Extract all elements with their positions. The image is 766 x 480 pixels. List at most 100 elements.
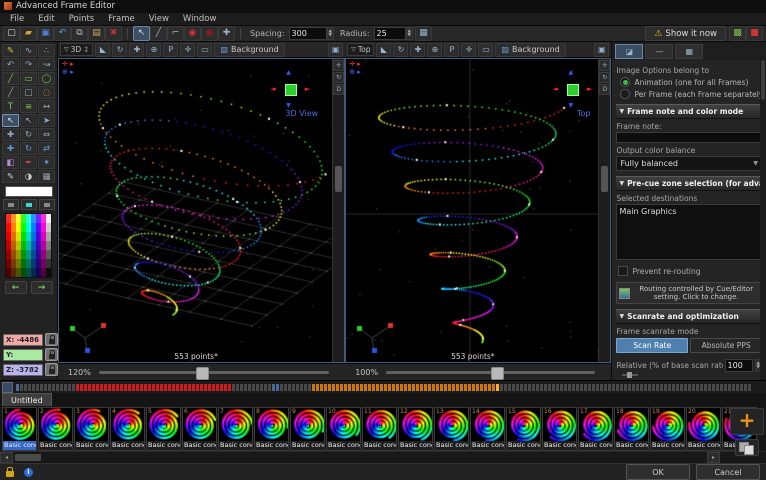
paint-tool[interactable]: ◧ xyxy=(2,156,19,169)
menu-edit[interactable]: Edit xyxy=(32,14,60,24)
crosshair-icon[interactable]: ✛ xyxy=(461,43,476,57)
scan-rate-button[interactable]: Scan Rate xyxy=(616,338,688,353)
open-file-button[interactable]: ▰ xyxy=(20,26,37,41)
zoom-slider-handle[interactable] xyxy=(491,367,504,380)
view-select-dropdown[interactable]: ▽Top xyxy=(347,43,374,56)
pan-icon[interactable]: ✚ xyxy=(129,43,144,57)
canvas-3d-view[interactable]: ✛ ▸⊕ ▸▲◄►▼3D View✛↻D553 points* xyxy=(58,58,345,363)
output-window-button[interactable]: ▩ xyxy=(729,26,746,41)
background-button[interactable]: ▨Background xyxy=(214,43,284,57)
scrollbar-thumb[interactable] xyxy=(15,454,41,461)
frame-thumbnail-20[interactable]: 20Basic cone xyxy=(686,407,721,451)
prevent-rerouting-checkbox[interactable]: Prevent re-routing xyxy=(618,266,762,276)
frame-thumbnail-7[interactable]: 7Basic cone xyxy=(218,407,253,451)
routing-button[interactable]: Routing controlled by Cue/Editor setting… xyxy=(616,282,762,304)
orbit-icon[interactable]: ↻ xyxy=(393,43,408,57)
menu-frame[interactable]: Frame xyxy=(102,14,140,24)
frame-thumbnail-13[interactable]: 13Basic cone xyxy=(434,407,469,451)
line-tool-button[interactable]: ╱ xyxy=(150,26,167,41)
strip-button-2[interactable]: D xyxy=(599,84,610,95)
select-region-icon[interactable]: ▭ xyxy=(197,43,212,57)
frame-thumbnail-6[interactable]: 6Basic cone xyxy=(182,407,217,451)
arc-left-tool[interactable]: ↶ xyxy=(2,58,19,71)
rectangle-tool[interactable]: ▭ xyxy=(20,72,37,85)
frame-thumbnail-3[interactable]: 3Basic cone xyxy=(74,407,109,451)
frame-thumbnail-18[interactable]: 18Basic cone xyxy=(614,407,649,451)
scroll-left-icon[interactable]: ◂ xyxy=(0,452,13,463)
frame-note-input[interactable] xyxy=(616,132,762,143)
frame-thumbnail-17[interactable]: 17Basic cone xyxy=(578,407,613,451)
curve-tool[interactable]: ∿ xyxy=(20,44,37,57)
palette-gray[interactable] xyxy=(46,268,51,277)
scale-points-tool[interactable]: ⇔ xyxy=(38,128,55,141)
select-tool-button[interactable]: ↖ xyxy=(133,26,150,41)
cancel-button[interactable]: Cancel xyxy=(696,464,760,480)
add-frame-button[interactable]: + xyxy=(730,408,764,435)
x-lock-button[interactable] xyxy=(45,333,58,346)
rotate-points-tool[interactable]: ↻ xyxy=(20,128,37,141)
palette-next-button[interactable]: → xyxy=(31,281,53,294)
radius-stepper[interactable]: ▲▼ xyxy=(406,27,413,40)
zoom-slider[interactable] xyxy=(99,371,329,374)
tab-camera[interactable]: ▦ xyxy=(675,44,703,59)
orientation-gizmo[interactable]: ▲◄►▼ xyxy=(552,69,592,109)
viewport-scrollbar-thumb[interactable] xyxy=(335,166,342,192)
fill-mode-icon[interactable]: ◣ xyxy=(95,43,110,57)
menu-points[interactable]: Points xyxy=(63,14,101,24)
mirror-tool[interactable]: ⇄ xyxy=(38,142,55,155)
strip-button-2[interactable]: D xyxy=(333,84,344,95)
section-scanrate[interactable]: ▼ Scanrate and optimization xyxy=(616,309,762,324)
pen-tool[interactable]: ✎ xyxy=(2,170,19,183)
color-single-button[interactable] xyxy=(3,199,19,210)
relative-input[interactable] xyxy=(725,359,753,372)
section-precue[interactable]: ▼ Pre-cue zone selection (for advanced u… xyxy=(616,176,762,191)
background-button[interactable]: ▨Background xyxy=(495,43,565,57)
line-tool[interactable]: ╱ xyxy=(2,72,19,85)
ok-button[interactable]: OK xyxy=(626,464,690,480)
copy-frames-button[interactable] xyxy=(735,439,759,456)
erase-point-button[interactable]: ● xyxy=(201,26,218,41)
freehand-tool[interactable]: ✎ xyxy=(2,44,19,57)
paste-button[interactable]: ▤ xyxy=(88,26,105,41)
dock-pane-button[interactable]: ▣ xyxy=(328,43,343,57)
tab-image-options[interactable]: ◪ xyxy=(615,44,643,59)
color-multi-button[interactable] xyxy=(39,199,55,210)
frame-thumbnail-16[interactable]: 16Basic cone xyxy=(542,407,577,451)
frame-thumbnail-12[interactable]: 12Basic cone xyxy=(398,407,433,451)
palette-gray[interactable] xyxy=(46,223,51,232)
frame-thumbnail-15[interactable]: 15Basic cone xyxy=(506,407,541,451)
point-spacing-tool[interactable]: ↔ xyxy=(38,100,55,113)
move-frame-tool[interactable]: ✚ xyxy=(2,142,19,155)
contrast-tool[interactable]: ◑ xyxy=(20,170,37,183)
undo-button[interactable]: ↶ xyxy=(54,26,71,41)
select-wand-tool[interactable]: ➤ xyxy=(38,114,55,127)
snap-grid-button[interactable]: ▦ xyxy=(415,26,432,41)
select-points-tool[interactable]: ↖ xyxy=(2,114,19,127)
polyline-tool-button[interactable]: ⌐ xyxy=(167,26,184,41)
spacing-input[interactable] xyxy=(289,27,327,40)
tab-minus[interactable]: — xyxy=(645,44,673,59)
section-frame-note[interactable]: ▼ Frame note and color mode xyxy=(616,104,762,119)
cut-button[interactable]: ✖ xyxy=(105,26,122,41)
radio-per-frame[interactable]: Per Frame (each Frame separately) xyxy=(620,89,762,99)
frame-thumbnail-9[interactable]: 9Basic cone xyxy=(290,407,325,451)
frame-thumbnail-4[interactable]: 4Basic cone xyxy=(110,407,145,451)
frame-thumbnail-14[interactable]: 14Basic cone xyxy=(470,407,505,451)
point-color-timeline[interactable] xyxy=(0,380,766,393)
ellipse-tool[interactable]: ◯ xyxy=(38,72,55,85)
zoom-tool-icon[interactable]: ⊕ xyxy=(427,43,442,57)
wave-tool[interactable]: ↝ xyxy=(38,58,55,71)
dock-pane-button[interactable]: ▣ xyxy=(594,43,609,57)
zoom-tool-icon[interactable]: ⊕ xyxy=(146,43,161,57)
fill-mode-icon[interactable]: ◣ xyxy=(376,43,391,57)
strip-button-0[interactable]: ✛ xyxy=(599,60,610,71)
output-color-select[interactable]: Fully balanced ▼ xyxy=(616,156,762,171)
orientation-gizmo[interactable]: ▲◄►▼ xyxy=(270,69,310,109)
rotate-frame-tool[interactable]: ↻ xyxy=(20,142,37,155)
frame-thumbnail-5[interactable]: 5Basic cone xyxy=(146,407,181,451)
radio-animation[interactable]: Animation (one for all Frames) xyxy=(620,77,762,87)
frame-thumbnail-11[interactable]: 11Basic cone xyxy=(362,407,397,451)
pivot-icon[interactable]: P xyxy=(444,43,459,57)
color-gradient-button[interactable] xyxy=(21,199,37,210)
text-tool[interactable]: T xyxy=(2,100,19,113)
